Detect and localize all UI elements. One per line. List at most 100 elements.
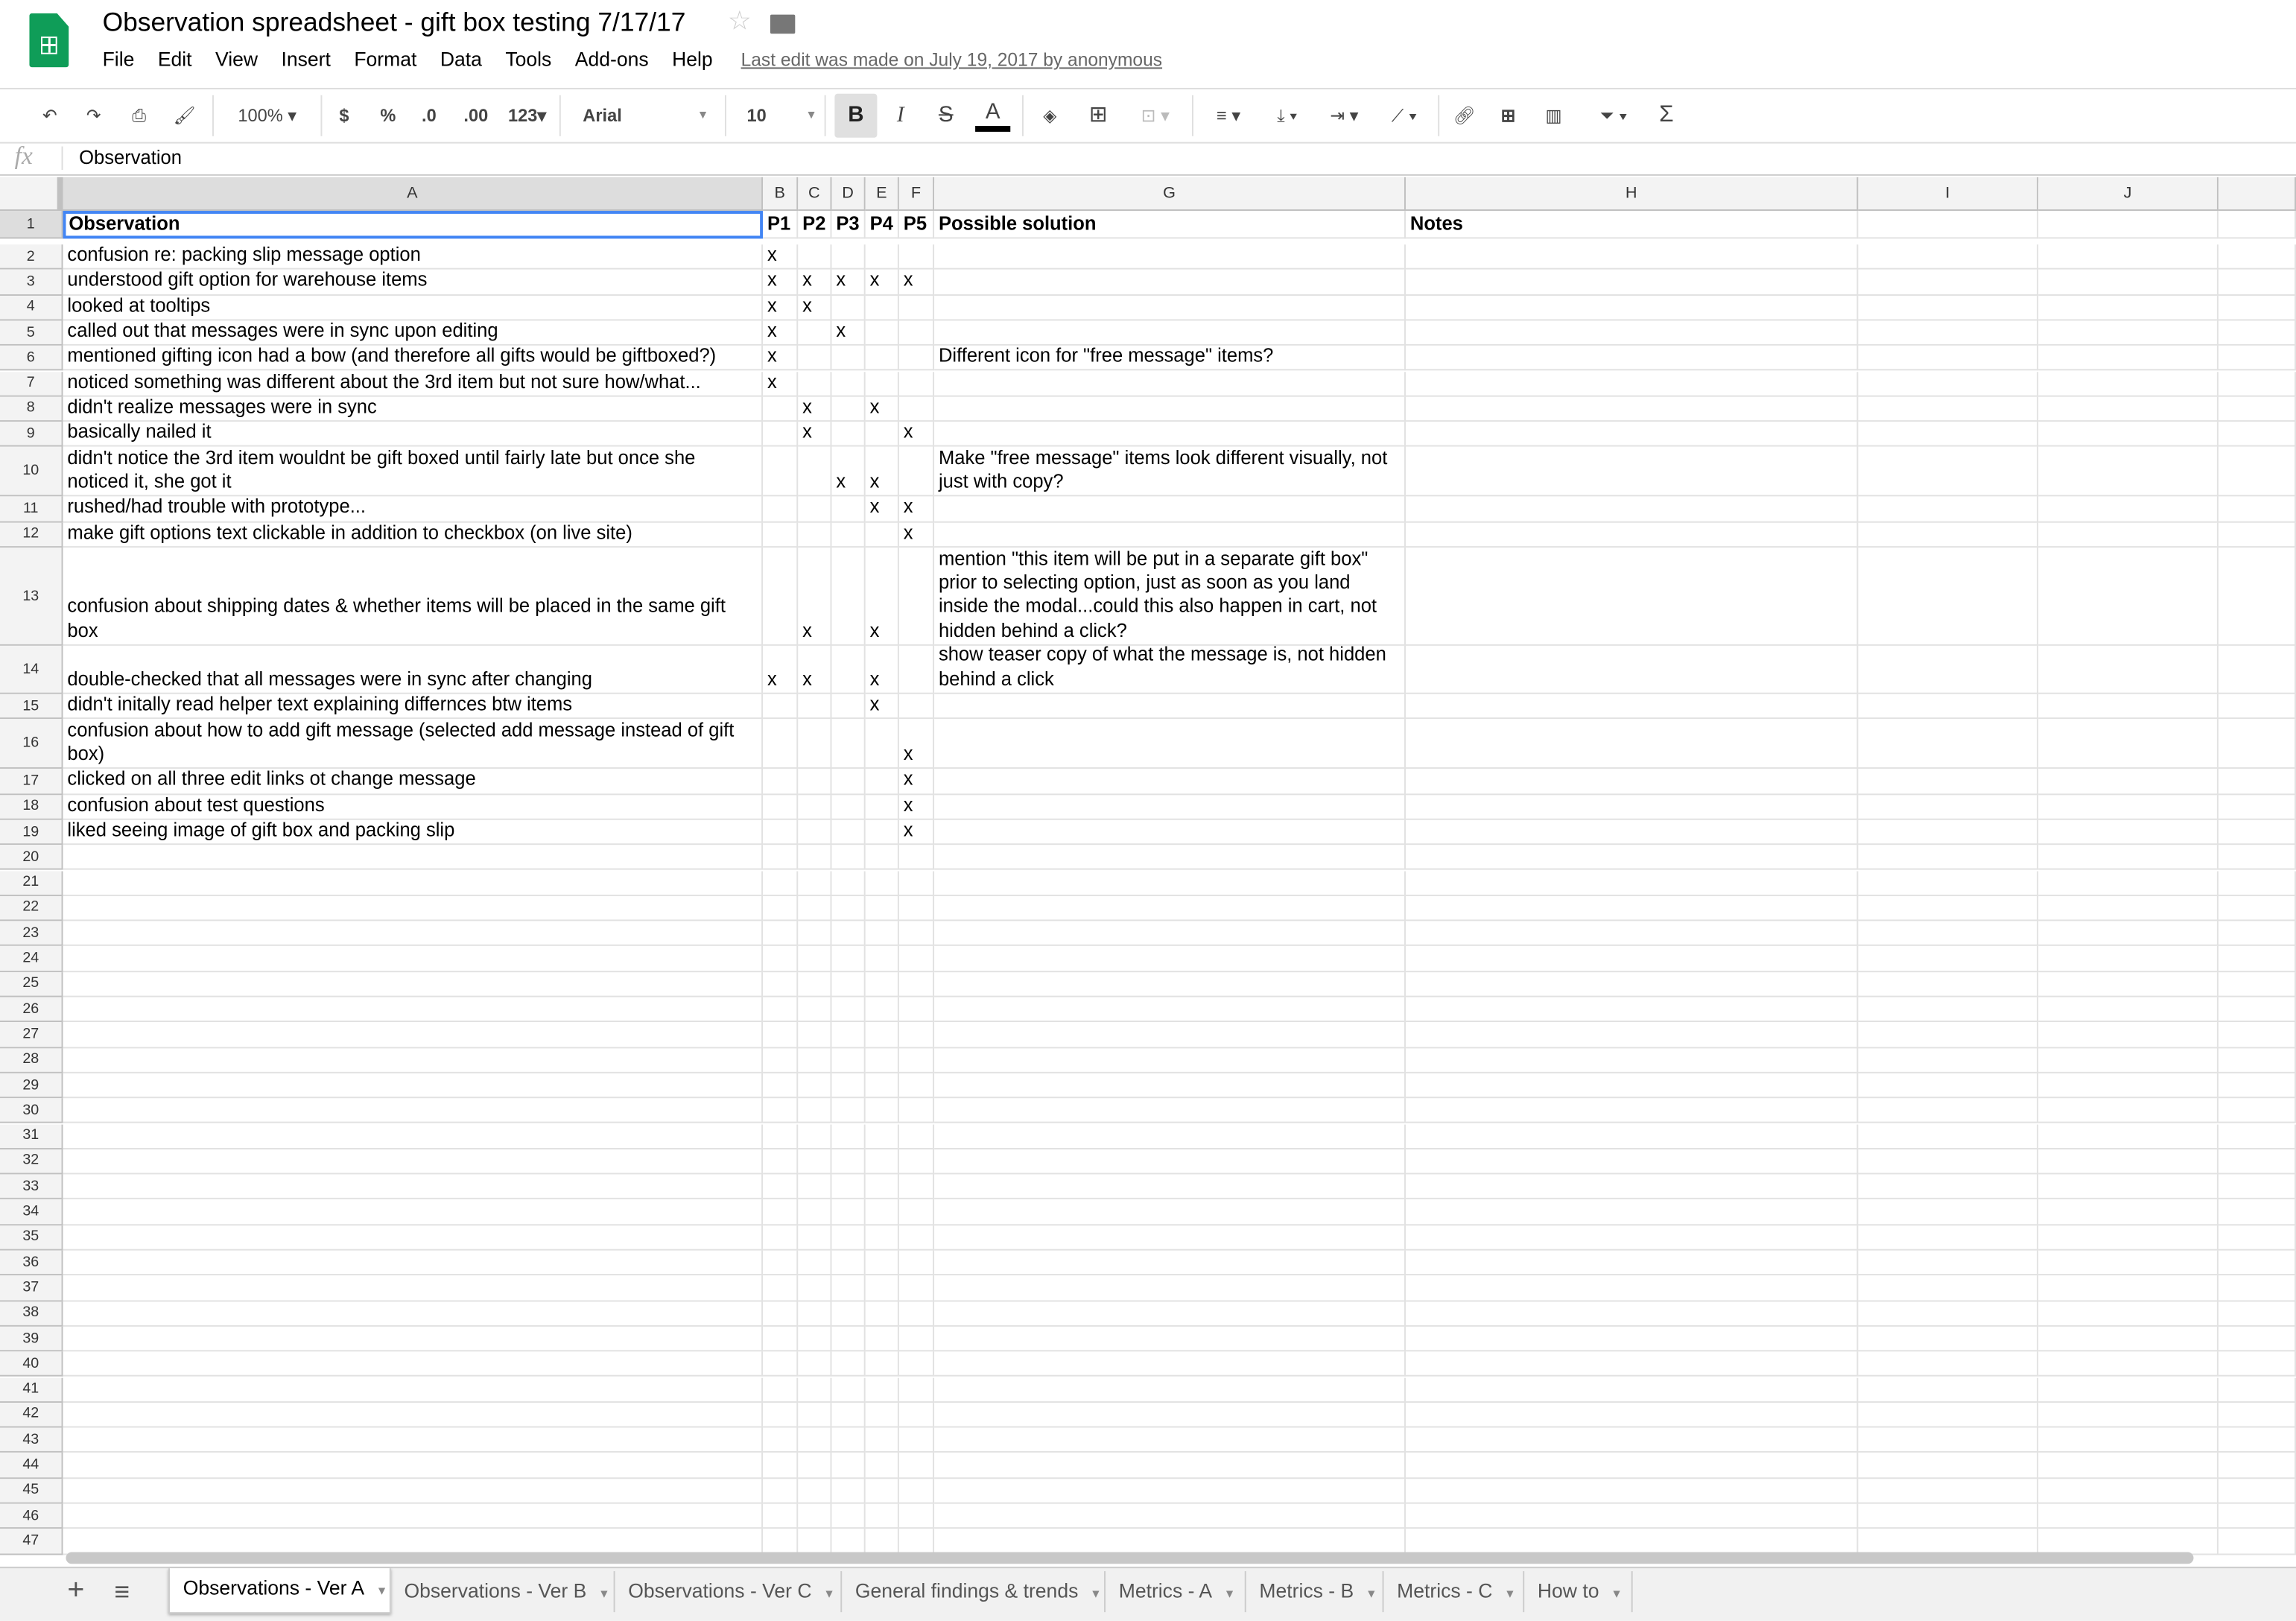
empty-cell[interactable] <box>898 1225 935 1251</box>
horizontal-scrollbar[interactable] <box>66 1552 2194 1564</box>
participant-mark-cell[interactable] <box>831 497 866 523</box>
participant-mark-cell[interactable] <box>798 320 832 346</box>
empty-cell[interactable] <box>831 1250 866 1276</box>
cell[interactable] <box>2038 794 2219 820</box>
column-header-D[interactable]: D <box>831 177 866 212</box>
empty-cell[interactable] <box>2038 1478 2219 1504</box>
observation-cell[interactable]: confusion re: packing slip message optio… <box>63 244 764 270</box>
row-header-45[interactable]: 45 <box>0 1478 63 1504</box>
participant-mark-cell[interactable] <box>898 244 935 270</box>
empty-cell[interactable] <box>1405 1123 1859 1149</box>
empty-cell[interactable] <box>798 1529 832 1555</box>
empty-cell[interactable] <box>63 1529 764 1555</box>
cell[interactable] <box>1858 719 2039 770</box>
header-cell[interactable]: Notes <box>1405 211 1859 239</box>
row-header-38[interactable]: 38 <box>0 1301 63 1327</box>
cell[interactable] <box>2218 548 2296 646</box>
empty-cell[interactable] <box>1405 1149 1859 1175</box>
participant-mark-cell[interactable]: x <box>898 794 935 820</box>
row-header-8[interactable]: 8 <box>0 396 63 422</box>
cell[interactable] <box>1858 769 2039 795</box>
empty-cell[interactable] <box>865 1377 899 1403</box>
empty-cell[interactable] <box>934 1503 1406 1529</box>
participant-mark-cell[interactable]: x <box>763 320 799 346</box>
row-header-19[interactable]: 19 <box>0 819 63 846</box>
cell[interactable] <box>2038 497 2219 523</box>
empty-cell[interactable] <box>898 1427 935 1453</box>
empty-cell[interactable] <box>2038 1199 2219 1225</box>
cell[interactable] <box>1405 645 1859 694</box>
empty-cell[interactable] <box>63 1377 764 1403</box>
empty-cell[interactable] <box>2218 1123 2296 1149</box>
filter-icon[interactable]: ⏷ ▾ <box>1585 101 1643 130</box>
text-color-button[interactable]: A <box>975 101 1011 132</box>
empty-cell[interactable] <box>1405 1174 1859 1200</box>
empty-cell[interactable] <box>2218 870 2296 896</box>
empty-cell[interactable] <box>2218 1377 2296 1403</box>
empty-cell[interactable] <box>798 1250 832 1276</box>
sheet-tab-4[interactable]: General findings & trends ▼ <box>842 1571 1106 1613</box>
empty-cell[interactable] <box>1405 1529 1859 1555</box>
empty-cell[interactable] <box>1405 921 1859 947</box>
empty-cell[interactable] <box>898 1199 935 1225</box>
observation-cell[interactable]: didn't initally read helper text explain… <box>63 694 764 720</box>
empty-cell[interactable] <box>2218 1225 2296 1251</box>
empty-cell[interactable] <box>63 1427 764 1453</box>
empty-cell[interactable] <box>2218 1022 2296 1048</box>
empty-cell[interactable] <box>798 1073 832 1099</box>
empty-cell[interactable] <box>2218 1402 2296 1428</box>
cell[interactable] <box>1405 244 1859 270</box>
solution-cell[interactable]: show teaser copy of what the message is,… <box>934 645 1406 694</box>
empty-cell[interactable] <box>2038 1377 2219 1403</box>
empty-cell[interactable] <box>1405 1250 1859 1276</box>
empty-cell[interactable] <box>63 1351 764 1377</box>
row-header-26[interactable]: 26 <box>0 997 63 1023</box>
empty-cell[interactable] <box>831 921 866 947</box>
empty-cell[interactable] <box>831 1174 866 1200</box>
empty-cell[interactable] <box>2038 1174 2219 1200</box>
participant-mark-cell[interactable] <box>865 794 899 820</box>
empty-cell[interactable] <box>831 1402 866 1428</box>
row-header-39[interactable]: 39 <box>0 1326 63 1352</box>
empty-cell[interactable] <box>898 1529 935 1555</box>
empty-cell[interactable] <box>831 1351 866 1377</box>
empty-cell[interactable] <box>865 1225 899 1251</box>
empty-cell[interactable] <box>934 1326 1406 1352</box>
empty-cell[interactable] <box>798 1174 832 1200</box>
row-header-46[interactable]: 46 <box>0 1503 63 1529</box>
row-header-27[interactable]: 27 <box>0 1022 63 1048</box>
cell-A1[interactable]: Observation <box>63 211 764 239</box>
empty-cell[interactable] <box>934 1199 1406 1225</box>
cell[interactable] <box>1405 548 1859 646</box>
solution-cell[interactable] <box>934 522 1406 548</box>
cell[interactable] <box>2038 346 2219 372</box>
select-all-corner[interactable] <box>0 177 63 212</box>
empty-cell[interactable] <box>798 1123 832 1149</box>
row-header-7[interactable]: 7 <box>0 371 63 397</box>
participant-mark-cell[interactable]: x <box>763 270 799 296</box>
empty-cell[interactable] <box>763 1529 799 1555</box>
participant-mark-cell[interactable] <box>798 719 832 770</box>
participant-mark-cell[interactable]: x <box>898 819 935 846</box>
empty-cell[interactable] <box>2038 1351 2219 1377</box>
empty-cell[interactable] <box>2218 1529 2296 1555</box>
cell[interactable] <box>2038 320 2219 346</box>
empty-cell[interactable] <box>831 1275 866 1301</box>
empty-cell[interactable] <box>1858 1098 2039 1124</box>
solution-cell[interactable]: Different icon for "free message" items? <box>934 346 1406 372</box>
cell[interactable] <box>2218 819 2296 846</box>
empty-cell[interactable] <box>2038 1301 2219 1327</box>
participant-mark-cell[interactable] <box>798 346 832 372</box>
empty-cell[interactable] <box>898 1478 935 1504</box>
participant-mark-cell[interactable]: x <box>763 645 799 694</box>
participant-mark-cell[interactable] <box>831 719 866 770</box>
tab-menu-caret-icon[interactable]: ▼ <box>1090 1587 1102 1601</box>
solution-cell[interactable] <box>934 497 1406 523</box>
last-edit-link[interactable]: Last edit was made on July 19, 2017 by a… <box>741 50 1162 71</box>
participant-mark-cell[interactable] <box>763 447 799 498</box>
text-wrap-icon[interactable]: ⇥ ▾ <box>1319 101 1369 130</box>
empty-cell[interactable] <box>934 1123 1406 1149</box>
empty-cell[interactable] <box>934 845 1406 871</box>
cell[interactable] <box>1405 497 1859 523</box>
cell[interactable] <box>2218 396 2296 422</box>
